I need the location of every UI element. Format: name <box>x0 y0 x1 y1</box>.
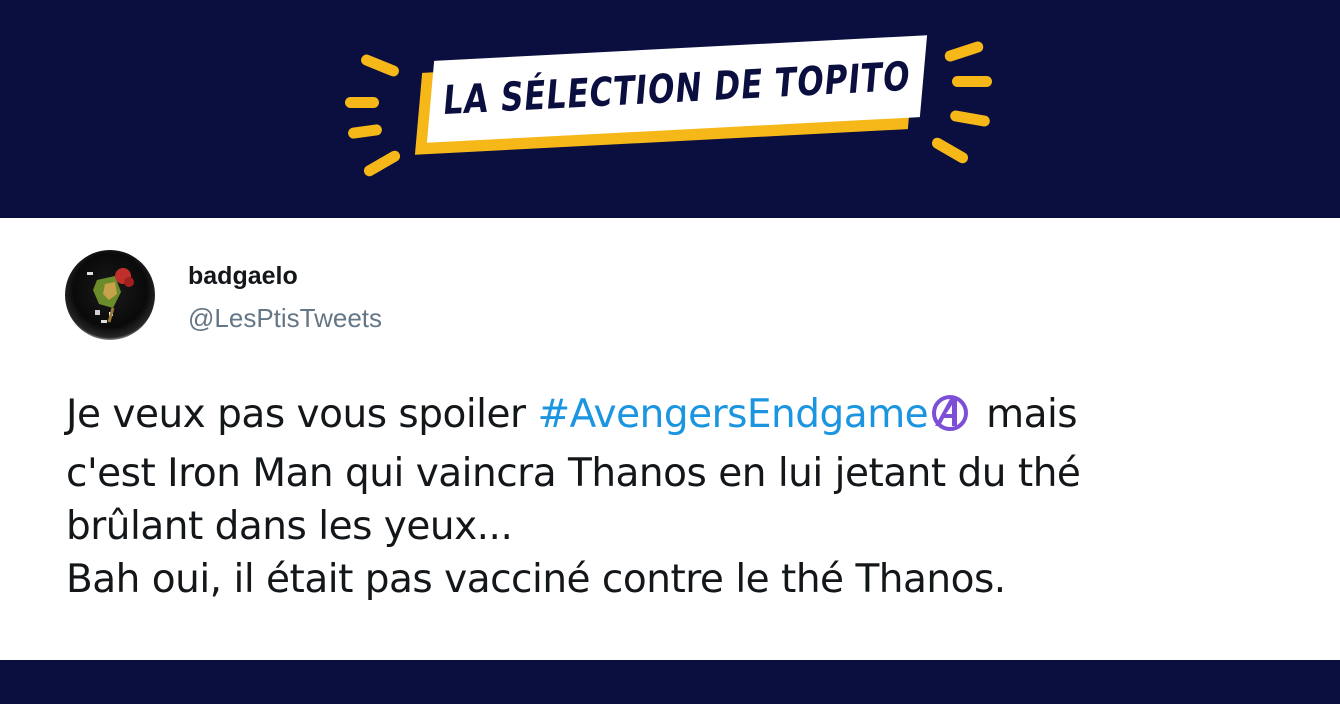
tweet-line-1-after: mais <box>974 392 1078 437</box>
left-ray-1 <box>359 52 401 79</box>
tweet-line-1: Je veux pas vous spoiler #AvengersEndgam… <box>66 388 1266 447</box>
tweet-line-1-before: Je veux pas vous spoiler <box>66 392 538 437</box>
footer-bar <box>0 660 1340 704</box>
avengers-a-icon <box>930 393 970 447</box>
tweet-line-4: Bah oui, il était pas vacciné contre le … <box>66 557 1006 602</box>
right-ray-1 <box>943 40 985 63</box>
banner-title: LA SÉLECTION DE TOPITO <box>441 53 913 125</box>
right-ray-4 <box>929 135 971 166</box>
topito-banner: LA SÉLECTION DE TOPITO <box>414 35 928 156</box>
right-ray-2 <box>952 76 992 87</box>
tweet-line-3: brûlant dans les yeux... <box>66 504 513 549</box>
right-ray-3 <box>949 109 991 128</box>
left-ray-2 <box>345 97 379 108</box>
tweet-text: Je veux pas vous spoiler #AvengersEndgam… <box>66 388 1266 606</box>
tweet-line-2: c'est Iron Man qui vaincra Thanos en lui… <box>66 451 1081 496</box>
left-ray-3 <box>347 123 383 140</box>
avatar[interactable] <box>65 250 155 340</box>
left-ray-4 <box>361 148 403 179</box>
user-handle[interactable]: @LesPtisTweets <box>188 303 382 334</box>
avatar-illustration <box>87 268 134 323</box>
hashtag-link[interactable]: #AvengersEndgame <box>537 392 928 437</box>
display-name[interactable]: badgaelo <box>188 262 298 291</box>
header: LA SÉLECTION DE TOPITO <box>0 0 1340 218</box>
